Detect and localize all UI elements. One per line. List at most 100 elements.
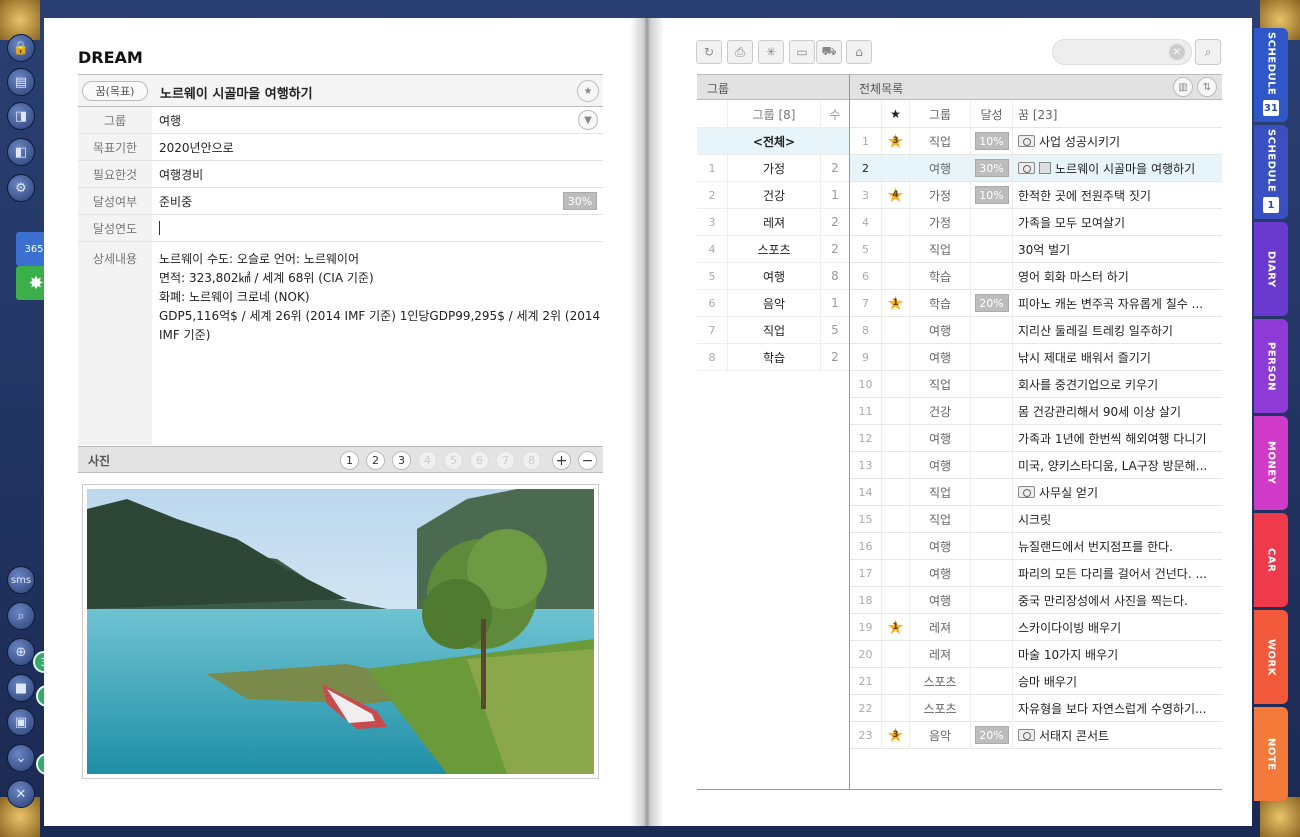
page-left-icon[interactable]: ◧ <box>7 138 35 166</box>
photo-bar: 사진 1 2 3 4 5 6 7 8 + − <box>78 446 603 473</box>
tab-money[interactable]: MONEY <box>1254 416 1288 510</box>
group-row[interactable]: 4 스포츠 2 <box>697 236 849 263</box>
dream-row[interactable]: 7 ★ 1 학습 20% 피아노 캐논 변주곡 자유롭게 칠수 ... <box>850 290 1222 317</box>
dream-row[interactable]: 14 직업 사무실 얻기 <box>850 479 1222 506</box>
star-cell: ★ 1 <box>881 614 909 640</box>
dream-index: 7 <box>862 296 869 310</box>
goal-title: 노르웨이 시골마을 여행하기 <box>160 87 313 102</box>
spinner-icon[interactable]: ✳ <box>758 40 784 64</box>
dream-col-header: 꿈 [23] <box>1018 107 1058 122</box>
goal-form: 그룹 여행 ▼ 목표기한 2020년안으로 필요한것 여행경비 달성여부 준비중… <box>78 107 603 242</box>
print-icon[interactable]: ⎙ <box>727 40 753 64</box>
dream-row[interactable]: 8 여행 지리산 둘레길 트레킹 일주하기 <box>850 317 1222 344</box>
dream-row[interactable]: 2 여행 30% 노르웨이 시골마을 여행하기 <box>850 155 1222 182</box>
dream-text: 스카이다이빙 배우기 <box>1018 620 1122 635</box>
dream-cell: 회사를 중견기업으로 키우기 <box>1013 376 1222 393</box>
dream-row[interactable]: 9 여행 낚시 제대로 배워서 즐기기 <box>850 344 1222 371</box>
pct-cell <box>971 425 1013 451</box>
pct-cell: 10% <box>971 128 1013 154</box>
deadline-value[interactable]: 2020년안으로 <box>152 139 234 156</box>
dream-index: 14 <box>858 485 873 499</box>
star-icon[interactable]: ★ <box>577 80 599 102</box>
dream-row[interactable]: 22 스포츠 자유형을 보다 자연스럽게 수영하기... <box>850 695 1222 722</box>
dream-row[interactable]: 10 직업 회사를 중견기업으로 키우기 <box>850 371 1222 398</box>
photo-page-2[interactable]: 2 <box>366 451 385 470</box>
goal-pill[interactable]: 꿈(목표) <box>82 81 148 101</box>
tab-car[interactable]: CAR <box>1254 513 1288 607</box>
detail-line: 면적: 323,802㎢ / 세계 68위 (CIA 기준) <box>159 271 374 285</box>
dream-row[interactable]: 4 가정 가족을 모두 모여살기 <box>850 209 1222 236</box>
star-cell <box>881 560 909 586</box>
sms-button[interactable]: sms <box>7 566 35 594</box>
dream-row[interactable]: 18 여행 중국 만리장성에서 사진을 찍는다. <box>850 587 1222 614</box>
tab-note[interactable]: NOTE <box>1254 707 1288 801</box>
double-chevron-down-icon[interactable]: ⌄ <box>7 744 35 772</box>
group-row[interactable]: 3 레져 2 <box>697 209 849 236</box>
left-sidebar: 🔒 ▤ ◨ ◧ ⚙ sms ⌕ ⊕ ■ ▣ ⌄ ✕ <box>0 30 42 830</box>
group-row[interactable]: 2 건강 1 <box>697 182 849 209</box>
dream-row[interactable]: 3 ★ 4 가정 10% 한적한 곳에 전원주택 짓기 <box>850 182 1222 209</box>
group-row[interactable]: 7 직업 5 <box>697 317 849 344</box>
dream-row[interactable]: 5 직업 30억 벌기 <box>850 236 1222 263</box>
group-row[interactable]: 5 여행 8 <box>697 263 849 290</box>
group-header: 그룹 <box>707 82 730 96</box>
dream-row[interactable]: 13 여행 미국, 양키스타디움, LA구장 방문해... <box>850 452 1222 479</box>
column-toggle-icon[interactable]: ▥ <box>1173 77 1193 97</box>
search-icon[interactable]: ⌕ <box>7 602 35 630</box>
dream-row[interactable]: 1 ★ 3 직업 10% 사업 성공시키기 <box>850 128 1222 155</box>
search-icon[interactable]: ⌕ <box>1195 39 1221 65</box>
clear-search-icon[interactable]: ✕ <box>1169 44 1185 60</box>
photo-page-1[interactable]: 1 <box>340 451 359 470</box>
dream-row[interactable]: 12 여행 가족과 1년에 한번씩 해외여행 다니기 <box>850 425 1222 452</box>
tag-icon[interactable]: ⌂ <box>846 40 872 64</box>
refresh-icon[interactable]: ↻ <box>696 40 722 64</box>
lock-icon[interactable]: 🔒 <box>7 34 35 62</box>
zoom-add-icon[interactable]: ⊕ <box>7 638 35 666</box>
add-photo-icon[interactable]: + <box>552 451 571 470</box>
year-input[interactable] <box>159 221 160 235</box>
tab-label: WORK <box>1265 638 1277 676</box>
book-icon[interactable]: ▤ <box>7 68 35 96</box>
dream-row[interactable]: 23 ★ 3 음악 20% 서태지 콘서트 <box>850 722 1222 749</box>
tab-work[interactable]: WORK <box>1254 610 1288 704</box>
group-name: 스포츠 <box>727 236 821 262</box>
dream-row[interactable]: 17 여행 파리의 모든 다리를 걸어서 건넌다. ... <box>850 560 1222 587</box>
tab-person[interactable]: PERSON <box>1254 319 1288 413</box>
tab-diary[interactable]: DIARY <box>1254 222 1288 316</box>
chevron-down-icon[interactable]: ▼ <box>578 110 598 130</box>
search-input[interactable]: ✕ <box>1052 39 1192 65</box>
dream-row[interactable]: 20 레져 마술 10가지 배우기 <box>850 641 1222 668</box>
dream-group: 레져 <box>909 641 971 667</box>
close-icon[interactable]: ✕ <box>7 780 35 808</box>
settings-icon[interactable]: ⚙ <box>7 174 35 202</box>
detail-text[interactable]: 노르웨이 수도: 오슬로 언어: 노르웨이어 면적: 323,802㎢ / 세계… <box>152 242 602 445</box>
dream-group: 직업 <box>909 128 971 154</box>
page-right-icon[interactable]: ◨ <box>7 102 35 130</box>
remove-photo-icon[interactable]: − <box>578 451 597 470</box>
status-value[interactable]: 준비중 <box>152 193 192 210</box>
pct-cell <box>971 506 1013 532</box>
tab-schedule[interactable]: SCHEDULE 1 <box>1254 125 1288 219</box>
group-value[interactable]: 여행 <box>152 112 181 129</box>
group-row[interactable]: 6 음악 1 <box>697 290 849 317</box>
camera-icon <box>1018 135 1035 147</box>
needs-value[interactable]: 여행경비 <box>152 166 203 183</box>
group-row[interactable]: <전체> <box>697 128 849 155</box>
group-row[interactable]: 8 학습 2 <box>697 344 849 371</box>
photo-page-3[interactable]: 3 <box>392 451 411 470</box>
dream-row[interactable]: 6 학습 영어 회화 마스터 하기 <box>850 263 1222 290</box>
cart-icon[interactable]: ⛟ <box>816 40 842 64</box>
dream-text: 시크릿 <box>1018 512 1052 527</box>
tab-schedule[interactable]: SCHEDULE 31 <box>1254 28 1288 122</box>
dream-group: 여행 <box>909 533 971 559</box>
square-icon[interactable]: ■ <box>7 674 35 702</box>
dream-row[interactable]: 15 직업 시크릿 <box>850 506 1222 533</box>
group-row[interactable]: 1 가정 2 <box>697 155 849 182</box>
dream-row[interactable]: 16 여행 뉴질랜드에서 번지점프를 한다. <box>850 533 1222 560</box>
dream-row[interactable]: 21 스포츠 승마 배우기 <box>850 668 1222 695</box>
save-icon[interactable]: ▭ <box>789 40 815 64</box>
dream-row[interactable]: 19 ★ 1 레져 스카이다이빙 배우기 <box>850 614 1222 641</box>
sort-icon[interactable]: ⇅ <box>1197 77 1217 97</box>
dream-row[interactable]: 11 건강 몸 건강관리해서 90세 이상 살기 <box>850 398 1222 425</box>
window-icon[interactable]: ▣ <box>7 708 35 736</box>
